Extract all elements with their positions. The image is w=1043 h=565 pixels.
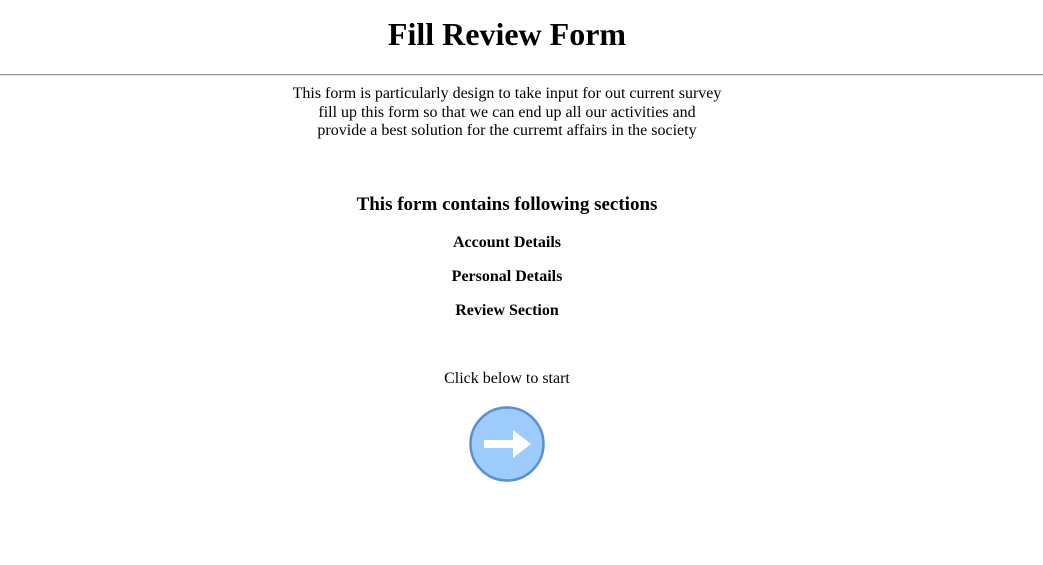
header-divider xyxy=(0,74,1043,76)
intro-paragraph: This form is particularly design to take… xyxy=(0,85,1014,141)
page-title: Fill Review Form xyxy=(387,16,627,52)
section-item-account-details: Account Details xyxy=(453,234,561,251)
section-item-personal-details: Personal Details xyxy=(451,268,563,285)
start-button[interactable] xyxy=(469,406,545,482)
start-prompt: Click below to start xyxy=(444,370,570,387)
section-item-review-section: Review Section xyxy=(455,302,559,319)
review-form-landing: Fill Review Form This form is particular… xyxy=(0,0,1043,565)
arrow-right-icon xyxy=(469,406,545,482)
intro-line: provide a best solution for the curremt … xyxy=(317,122,697,139)
intro-line: fill up this form so that we can end up … xyxy=(318,103,696,121)
sections-heading: This form contains following sections xyxy=(356,194,658,215)
intro-line: This form is particularly design to take… xyxy=(292,85,722,102)
